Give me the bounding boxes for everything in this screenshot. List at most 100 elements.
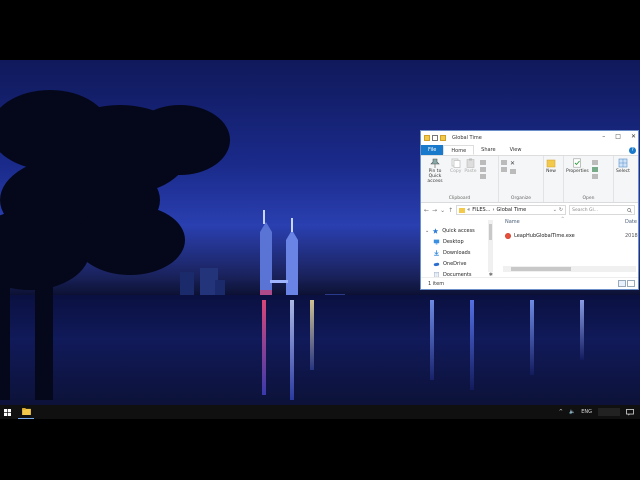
cloud-icon [433, 262, 440, 266]
navigation-pane: ⌄ Quick access Desktop ✱ Downloads ✱ One… [421, 217, 501, 278]
tree-silhouette [0, 90, 230, 400]
file-name[interactable]: LeapHubGlobalTime.exe [514, 233, 575, 239]
building-reflection [580, 300, 584, 360]
tab-view[interactable]: View [503, 145, 529, 155]
forward-arrow-icon[interactable]: → [432, 207, 437, 214]
nav-pane-scrollbar[interactable] [488, 220, 493, 272]
quick-access-toolbar [424, 135, 446, 141]
maximize-button[interactable]: □ [615, 133, 621, 140]
select-button[interactable]: Select [616, 158, 630, 174]
start-button[interactable] [0, 405, 14, 419]
folder-icon [424, 135, 430, 141]
taskbar: ^ 🔈 ENG [0, 405, 640, 419]
language-indicator[interactable]: ENG [581, 409, 592, 415]
notifications-icon[interactable] [626, 408, 634, 416]
open-group: Properties Open [564, 156, 614, 202]
details-view-button[interactable] [618, 280, 626, 287]
volume-icon[interactable]: 🔈 [569, 409, 575, 415]
system-tray: ^ 🔈 ENG [559, 408, 640, 416]
up-arrow-icon[interactable]: ↑ [448, 207, 453, 214]
building-reflection [310, 300, 314, 370]
clock-area[interactable] [598, 408, 620, 416]
expand-chevron-icon[interactable]: ⌄ [425, 228, 429, 234]
edit-icon[interactable] [591, 167, 598, 172]
select-group: Select [614, 156, 638, 202]
windows-logo-icon [3, 408, 11, 416]
select-label: Select [616, 169, 630, 174]
ribbon-tabs: File Home Share View ? [421, 145, 638, 156]
tab-home[interactable]: Home [443, 145, 475, 155]
sort-indicator: ^ [561, 216, 565, 221]
copy-icon [451, 158, 461, 168]
new-label: New [546, 169, 556, 174]
folder-icon [459, 207, 466, 213]
close-button[interactable]: ✕ [631, 133, 636, 140]
paste-shortcut-icon[interactable] [479, 174, 486, 179]
properties-qat-icon[interactable] [432, 135, 438, 141]
file-list-pane: ^ Name Date LeapHubGlobalTime.exe 2018 [501, 216, 638, 275]
clipboard-group: Pin to Quick access Copy Paste Clipboard [421, 156, 499, 202]
column-header-name[interactable]: Name [505, 219, 520, 225]
folder-icon [21, 408, 31, 415]
horizontal-scrollbar[interactable] [503, 266, 636, 272]
paste-icon [466, 158, 474, 168]
status-bar: 1 item [421, 277, 638, 289]
file-date: 2018 [625, 233, 638, 239]
help-icon[interactable]: ? [629, 146, 636, 154]
copy-button[interactable]: Copy [450, 158, 461, 174]
large-icons-view-button[interactable] [627, 280, 635, 287]
star-icon [432, 227, 439, 234]
minimize-button[interactable]: – [602, 133, 605, 140]
move-to-icon[interactable] [501, 160, 507, 165]
tab-file[interactable]: File [421, 145, 444, 155]
path-segment-parent[interactable]: FILES... [472, 207, 490, 213]
tray-overflow-icon[interactable]: ^ [559, 409, 563, 415]
clipboard-small-buttons [479, 158, 486, 179]
building-reflection [470, 300, 474, 390]
copy-path-icon[interactable] [479, 167, 486, 172]
pin-to-quick-access-button[interactable]: Pin to Quick access [423, 158, 447, 184]
scrollbar-thumb[interactable] [489, 224, 492, 240]
back-arrow-icon[interactable]: ← [424, 207, 429, 214]
delete-icon[interactable]: ✕ [510, 160, 516, 167]
paste-button[interactable]: Paste [464, 158, 477, 174]
recent-locations-icon[interactable]: ⌄ [440, 207, 445, 214]
path-overflow[interactable]: « [467, 207, 470, 213]
refresh-icon[interactable]: ↻ [559, 207, 563, 213]
tab-share[interactable]: Share [474, 145, 502, 155]
search-input[interactable]: Search Gl... [569, 205, 635, 215]
rename-icon[interactable] [510, 169, 516, 174]
search-placeholder: Search Gl... [572, 207, 599, 213]
taskbar-file-explorer[interactable] [18, 405, 34, 419]
address-bar-row: ← → ⌄ ↑ « FILES... › Global Time ⌄ ↻ Sea… [421, 203, 638, 217]
new-folder-button[interactable]: New [546, 158, 556, 174]
open-icon[interactable] [591, 160, 598, 165]
ribbon: Pin to Quick access Copy Paste Clipboard [421, 156, 638, 203]
file-explorer-window[interactable]: Global Time – □ ✕ File Home Share View ?… [420, 130, 639, 290]
properties-button[interactable]: Properties [566, 158, 589, 174]
history-icon[interactable] [591, 174, 598, 179]
scrollbar-thumb[interactable] [511, 267, 571, 271]
cut-icon[interactable] [479, 160, 486, 165]
organize-buttons [501, 158, 507, 172]
desktop-icon [433, 239, 440, 244]
address-bar[interactable]: « FILES... › Global Time ⌄ ↻ [456, 205, 567, 215]
new-folder-icon [546, 159, 556, 168]
select-all-icon [618, 158, 628, 168]
organize-group: ✕ Organize [499, 156, 544, 202]
copy-to-icon[interactable] [501, 167, 507, 172]
properties-label: Properties [566, 169, 589, 174]
copy-label: Copy [450, 169, 462, 174]
title-bar[interactable]: Global Time – □ ✕ [421, 131, 638, 145]
new-folder-qat-icon[interactable] [440, 135, 446, 141]
organize-buttons-2: ✕ [510, 158, 516, 174]
nav-item-label: Quick access [442, 227, 475, 234]
column-header-date[interactable]: Date [625, 219, 637, 225]
path-segment-current[interactable]: Global Time [496, 207, 526, 213]
new-group: New [544, 156, 564, 202]
address-dropdown-icon[interactable]: ⌄ [553, 207, 557, 213]
file-row[interactable]: LeapHubGlobalTime.exe 2018 [501, 231, 638, 241]
tower-reflection [290, 300, 294, 400]
download-icon [434, 249, 439, 256]
open-small-buttons [591, 158, 598, 179]
